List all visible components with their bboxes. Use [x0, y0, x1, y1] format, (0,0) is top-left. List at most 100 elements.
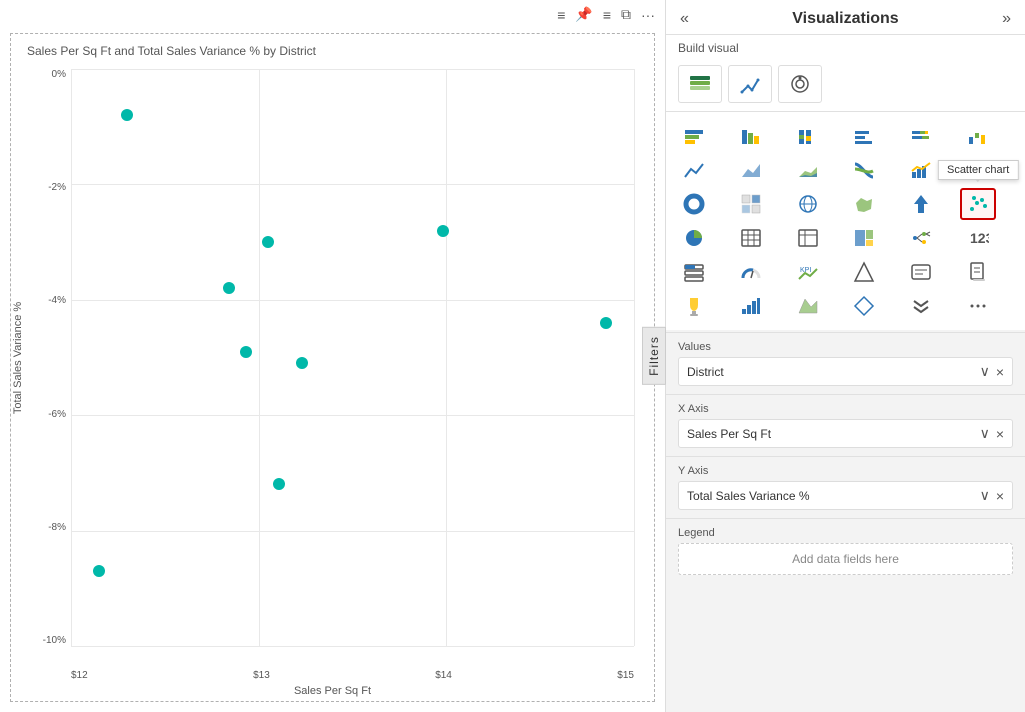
- viz-area[interactable]: [733, 154, 769, 186]
- viz-stacked-area[interactable]: [790, 154, 826, 186]
- x-axis-title: Sales Per Sq Ft: [11, 685, 654, 697]
- y-axis-remove-icon[interactable]: ×: [996, 488, 1004, 504]
- x-axis-label: X Axis: [678, 403, 1013, 415]
- viz-ribbon[interactable]: [846, 154, 882, 186]
- viz-paginated[interactable]: [960, 256, 996, 288]
- viz-matrix[interactable]: [733, 188, 769, 220]
- viz-table[interactable]: [733, 222, 769, 254]
- x-label-15: $15: [617, 670, 634, 681]
- viz-filled-map[interactable]: [846, 188, 882, 220]
- viz-trophy[interactable]: [676, 290, 712, 322]
- values-remove-icon[interactable]: ×: [996, 364, 1004, 380]
- viz-text[interactable]: 123: [960, 222, 996, 254]
- panel-expand-right[interactable]: »: [1002, 10, 1011, 28]
- chart-title: Sales Per Sq Ft and Total Sales Variance…: [27, 44, 316, 58]
- focus-icon[interactable]: ⧉: [621, 6, 631, 23]
- y-axis-field-text: Total Sales Variance %: [687, 489, 810, 503]
- legend-section: Legend Add data fields here: [666, 521, 1025, 581]
- viz-shape[interactable]: [846, 256, 882, 288]
- data-dot-9[interactable]: [600, 317, 612, 329]
- panel-title: Visualizations: [792, 10, 898, 28]
- x-axis-section: X Axis Sales Per Sq Ft ∨ ×: [666, 397, 1025, 454]
- data-dot-7[interactable]: [93, 565, 105, 577]
- data-dot-6[interactable]: [273, 478, 285, 490]
- viz-tab-format[interactable]: [728, 65, 772, 103]
- viz-icons-grid: Scatter chart 123 KPI: [666, 112, 1025, 330]
- x-axis-labels: $12 $13 $14 $15: [71, 670, 634, 681]
- viz-tab-analytics[interactable]: [778, 65, 822, 103]
- y-axis-section: Y Axis Total Sales Variance % ∨ ×: [666, 459, 1025, 516]
- values-field-pill[interactable]: District ∨ ×: [678, 357, 1013, 386]
- y-axis-expand-icon[interactable]: ∨: [980, 487, 990, 504]
- x-label-14: $14: [435, 670, 452, 681]
- svg-text:123: 123: [970, 230, 989, 246]
- viz-stacked-bar[interactable]: [676, 120, 712, 152]
- values-expand-icon[interactable]: ∨: [980, 363, 990, 380]
- data-dot-2[interactable]: [223, 282, 235, 294]
- move-icon[interactable]: ≡: [557, 7, 565, 23]
- pin-icon[interactable]: 📌: [575, 6, 592, 23]
- viz-diamond[interactable]: [846, 290, 882, 322]
- y-label-2: -4%: [48, 295, 66, 306]
- legend-empty-field[interactable]: Add data fields here: [678, 543, 1013, 575]
- viz-pie[interactable]: [676, 222, 712, 254]
- y-axis-field-pill[interactable]: Total Sales Variance % ∨ ×: [678, 481, 1013, 510]
- viz-globe[interactable]: [790, 188, 826, 220]
- y-label-1: -2%: [48, 182, 66, 193]
- chart-toolbar: ≡ 📌 ≡ ⧉ ···: [0, 0, 665, 29]
- y-label-5: -10%: [43, 635, 66, 646]
- viz-clustered-bar[interactable]: [733, 120, 769, 152]
- viz-waterfall[interactable]: [960, 120, 996, 152]
- x-label-12: $12: [71, 670, 88, 681]
- values-label: Values: [678, 341, 1013, 353]
- viz-line[interactable]: [676, 154, 712, 186]
- scatter-area: [71, 69, 634, 646]
- viz-chevron[interactable]: [903, 290, 939, 322]
- viz-100-stacked[interactable]: [790, 120, 826, 152]
- filters-tab[interactable]: Filters: [642, 327, 666, 385]
- build-visual-label: Build visual: [666, 35, 1025, 61]
- data-dot-4[interactable]: [240, 346, 252, 358]
- viz-smartnarrative[interactable]: [903, 256, 939, 288]
- visualizations-panel: « Visualizations » Build visual: [665, 0, 1025, 712]
- viz-combo[interactable]: [903, 154, 939, 186]
- more-icon[interactable]: ···: [641, 7, 655, 23]
- viz-funnel[interactable]: [960, 154, 996, 186]
- x-axis-field-pill[interactable]: Sales Per Sq Ft ∨ ×: [678, 419, 1013, 448]
- y-label-0: 0%: [52, 69, 66, 80]
- y-axis-label: Y Axis: [678, 465, 1013, 477]
- panel-collapse-left[interactable]: «: [680, 10, 689, 28]
- y-label-4: -8%: [48, 522, 66, 533]
- viz-scatter-chart[interactable]: Scatter chart: [960, 188, 996, 220]
- filter-icon[interactable]: ≡: [603, 7, 611, 23]
- data-dot-3[interactable]: [262, 236, 274, 248]
- x-axis-expand-icon[interactable]: ∨: [980, 425, 990, 442]
- data-dot-5[interactable]: [296, 357, 308, 369]
- scatter-chart-container: Sales Per Sq Ft and Total Sales Variance…: [10, 33, 655, 702]
- values-field-text: District: [687, 365, 724, 379]
- y-label-3: -6%: [48, 409, 66, 420]
- y-axis-labels: 0% -2% -4% -6% -8% -10%: [21, 69, 66, 646]
- viz-bar-chart[interactable]: [846, 120, 882, 152]
- viz-tab-fields[interactable]: [678, 65, 722, 103]
- viz-gauge[interactable]: [733, 256, 769, 288]
- viz-more[interactable]: [960, 290, 996, 322]
- legend-label: Legend: [678, 527, 1013, 539]
- panel-header: « Visualizations »: [666, 0, 1025, 35]
- values-section: Values District ∨ ×: [666, 335, 1025, 392]
- data-dot-8[interactable]: [437, 225, 449, 237]
- data-dot-1[interactable]: [121, 109, 133, 121]
- viz-map-chart[interactable]: [790, 290, 826, 322]
- viz-decomp-tree[interactable]: [903, 222, 939, 254]
- viz-tree-map[interactable]: [846, 222, 882, 254]
- viz-stacked-bar-h[interactable]: [903, 120, 939, 152]
- viz-bar-chart2[interactable]: [733, 290, 769, 322]
- viz-slicer[interactable]: [676, 256, 712, 288]
- x-label-13: $13: [253, 670, 270, 681]
- chart-panel: ≡ 📌 ≡ ⧉ ··· Sales Per Sq Ft and Total Sa…: [0, 0, 665, 712]
- viz-matrix2[interactable]: [790, 222, 826, 254]
- viz-donut[interactable]: [676, 188, 712, 220]
- x-axis-remove-icon[interactable]: ×: [996, 426, 1004, 442]
- viz-kpi[interactable]: KPI: [790, 256, 826, 288]
- viz-arrow-map[interactable]: [903, 188, 939, 220]
